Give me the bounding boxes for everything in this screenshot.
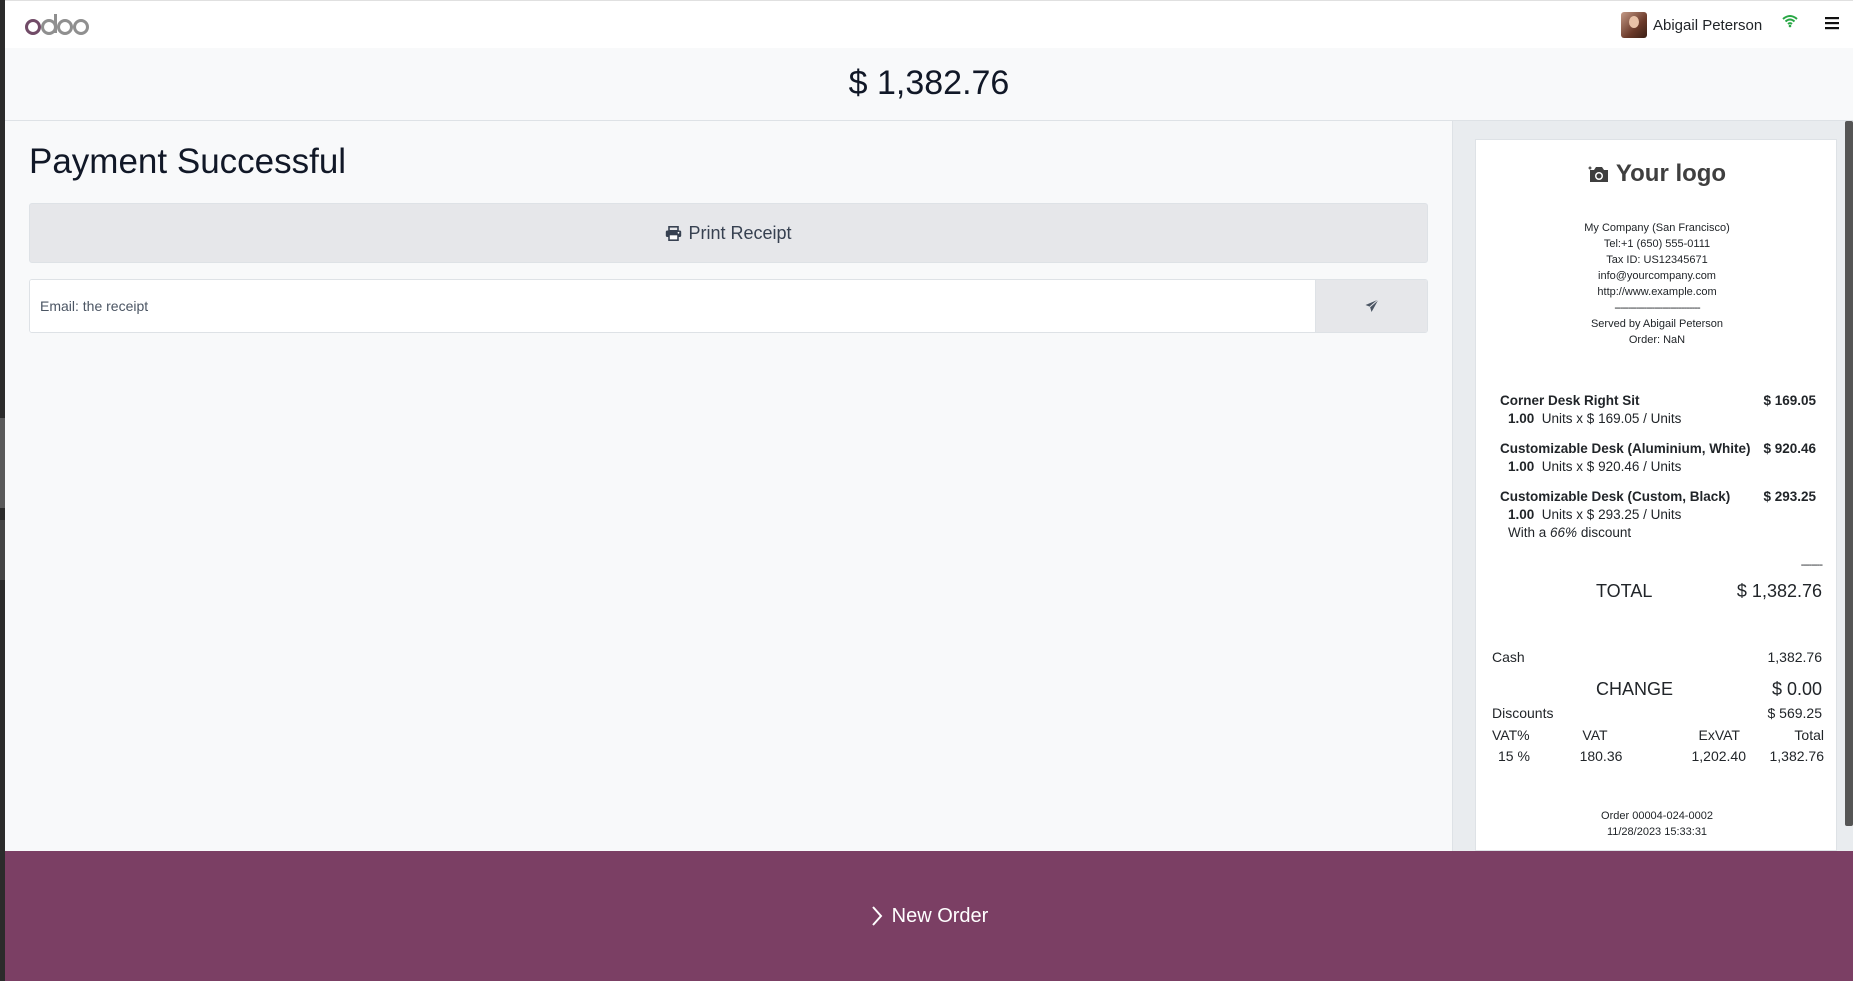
total-separator: -------- (1800, 559, 1823, 571)
order-amount: $ 1,382.76 (848, 64, 1010, 102)
top-navbar: Abigail Peterson (5, 0, 1853, 49)
order-amount-bar: $ 1,382.76 (5, 48, 1853, 121)
chevron-right-icon (871, 906, 882, 926)
line-quantity: 1.00 Units x $ 169.05 / Units (1508, 411, 1682, 426)
served-by: Served by Abigail Peterson (1590, 318, 1724, 330)
line-price: $ 920.46 (1763, 441, 1816, 456)
company-tax-id: Tax ID: US12345671 (1606, 254, 1708, 266)
total-label: TOTAL (1596, 581, 1653, 601)
total-value: $ 1,382.76 (1736, 581, 1822, 601)
user-name: Abigail Peterson (1653, 16, 1763, 34)
change-value: $ 0.00 (1771, 679, 1822, 699)
change-label: CHANGE (1596, 679, 1674, 699)
printer-icon (666, 225, 682, 241)
line-price: $ 169.05 (1763, 393, 1816, 408)
page-title: Payment Successful (29, 142, 347, 181)
receipt-logo-text: Your logo (1615, 160, 1727, 187)
email-receipt-row (29, 279, 1428, 333)
receipt-logo: Your logo (1476, 160, 1836, 188)
company-name: My Company (San Francisco) (1584, 222, 1730, 234)
company-website: http://www.example.com (1597, 286, 1717, 298)
receipt-line: Customizable Desk (Custom, Black) $ 293.… (1500, 489, 1816, 540)
company-tel: Tel:+1 (650) 555-0111 (1603, 238, 1711, 250)
paper-plane-icon (1365, 299, 1379, 312)
discounts-value: $ 569.25 (1767, 705, 1823, 721)
discounts-label: Discounts (1492, 705, 1554, 721)
payment-result-panel: Payment Successful Print Receipt (5, 122, 1452, 851)
company-email: info@yourcompany.com (1598, 270, 1716, 282)
email-input[interactable] (30, 280, 1315, 332)
receipt: Your logo My Company (San Francisco) Tel… (1475, 139, 1837, 851)
receipt-header: My Company (San Francisco) Tel:+1 (650) … (1476, 220, 1836, 348)
payment-method-value: 1,382.76 (1767, 649, 1823, 665)
print-receipt-label: Print Receipt (688, 222, 792, 243)
receipt-lines: Corner Desk Right Sit $ 169.05 1.00 Unit… (1500, 393, 1816, 555)
user-menu[interactable]: Abigail Peterson (1621, 10, 1762, 40)
payment-method-label: Cash (1492, 649, 1525, 665)
footer-order-ref: Order 00004-024-0002 (1601, 810, 1713, 822)
tax-table-row: 15 % 180.36 1,202.40 1,382.76 (1498, 748, 1824, 764)
tax-table-header: VAT% VAT ExVAT Total (1492, 727, 1824, 743)
line-quantity: 1.00 Units x $ 293.25 / Units (1508, 507, 1682, 522)
print-receipt-button[interactable]: Print Receipt (29, 203, 1428, 263)
hamburger-menu-icon[interactable] (1825, 16, 1839, 30)
odoo-logo[interactable] (24, 11, 90, 39)
new-order-label: New Order (891, 904, 989, 927)
line-discount: With a 66% discount (1508, 525, 1632, 540)
camera-icon (1588, 166, 1608, 182)
footer-date: 11/28/2023 15:33:31 (1606, 826, 1708, 838)
tax-table: VAT% VAT ExVAT Total 15 % 180.36 1,202.4… (1492, 725, 1824, 767)
order-number: Order: NaN (1628, 334, 1686, 346)
receipt-line: Customizable Desk (Aluminium, White) $ 9… (1500, 441, 1816, 474)
receipt-scrollbar[interactable] (1845, 121, 1853, 826)
receipt-footer: Order 00004-024-0002 11/28/2023 15:33:31 (1476, 808, 1836, 840)
receipt-line: Corner Desk Right Sit $ 169.05 1.00 Unit… (1500, 393, 1816, 426)
wifi-icon[interactable] (1782, 14, 1798, 28)
header-separator: -------------------------------- (1614, 302, 1700, 314)
pos-app: Abigail Peterson $ 1,382.76 Payment Succ… (5, 0, 1853, 981)
line-price: $ 293.25 (1763, 489, 1816, 504)
avatar (1621, 12, 1647, 38)
send-email-button[interactable] (1315, 280, 1427, 332)
line-quantity: 1.00 Units x $ 920.46 / Units (1508, 459, 1682, 474)
new-order-button[interactable]: New Order (5, 851, 1853, 981)
